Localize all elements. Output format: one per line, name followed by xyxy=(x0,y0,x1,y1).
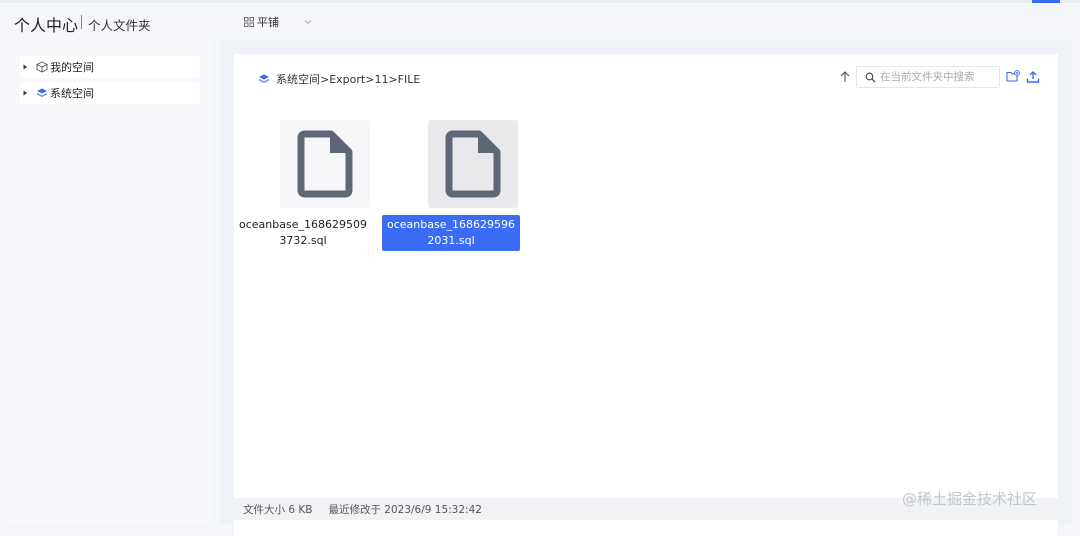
search-box[interactable] xyxy=(856,66,1000,88)
page-title: 个人中心 xyxy=(14,16,79,35)
grid-icon xyxy=(244,17,254,27)
new-folder-icon[interactable] xyxy=(1006,70,1020,83)
file-name[interactable]: oceanbase_1686295962031.sql xyxy=(382,215,520,251)
file-thumbnail[interactable] xyxy=(280,120,370,208)
breadcrumb: 系统空间>Export>11>FILE xyxy=(258,71,420,87)
main-area: 系统空间>Export>11>FILE 在当前文件夹中搜索 oceanbase_… xyxy=(220,40,1072,536)
sidebar-item-system-space[interactable]: 系统空间 xyxy=(20,82,200,104)
chevron-down-icon xyxy=(304,20,312,25)
caret-right-icon[interactable] xyxy=(20,62,30,72)
arrow-up-icon[interactable] xyxy=(838,70,852,84)
file-thumbnail[interactable] xyxy=(428,120,518,208)
view-mode-label: 平铺 xyxy=(257,16,279,29)
file-panel: 系统空间>Export>11>FILE 在当前文件夹中搜索 oceanbase_… xyxy=(234,54,1058,536)
file-icon xyxy=(445,130,501,198)
layers-icon xyxy=(37,88,47,97)
file-size: 文件大小 6 KB xyxy=(243,503,313,516)
breadcrumb-path[interactable]: 系统空间>Export>11>FILE xyxy=(276,71,420,87)
page-subtitle: 个人文件夹 xyxy=(88,18,151,33)
watermark: @稀土掘金技术社区 xyxy=(902,490,1038,508)
file-item-selected[interactable]: oceanbase_1686295962031.sql xyxy=(382,120,522,251)
file-name[interactable]: oceanbase_1686295093732.sql xyxy=(234,215,372,251)
sidebar-item-label: 我的空间 xyxy=(50,61,94,74)
sidebar-item-label: 系统空间 xyxy=(50,87,94,100)
view-mode-select[interactable]: 平铺 xyxy=(244,14,313,30)
search-icon xyxy=(865,72,876,82)
sidebar: 我的空间 系统空间 xyxy=(8,40,212,524)
cube-icon xyxy=(36,61,48,73)
upload-icon[interactable] xyxy=(1026,70,1040,84)
layers-icon xyxy=(259,74,269,83)
file-item[interactable]: oceanbase_1686295093732.sql xyxy=(234,120,374,250)
search-input[interactable] xyxy=(880,71,998,83)
sidebar-item-my-space[interactable]: 我的空间 xyxy=(20,56,200,78)
file-icon xyxy=(297,130,353,198)
header: 个人中心 个人文件夹 平铺 xyxy=(0,3,1080,39)
title-divider xyxy=(81,15,82,29)
last-modified: 最近修改于 2023/6/9 15:32:42 xyxy=(328,503,482,516)
caret-right-icon[interactable] xyxy=(20,88,30,98)
